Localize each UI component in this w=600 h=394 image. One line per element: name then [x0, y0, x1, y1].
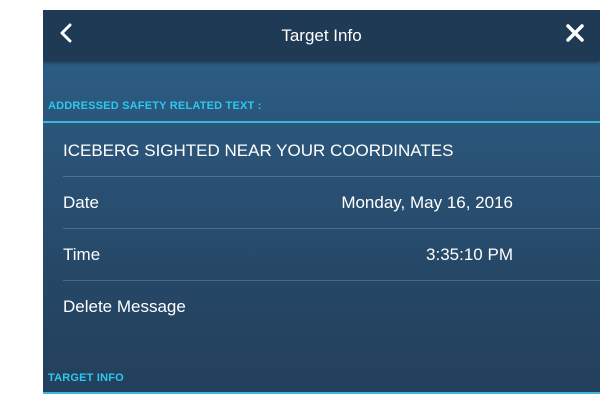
time-value: 3:35:10 PM — [426, 245, 513, 264]
date-label: Date — [63, 193, 99, 212]
target-info-panel: Target Info ADDRESSED SAFETY RELATED TEX… — [43, 10, 600, 394]
section-header-safety-text: ADDRESSED SAFETY RELATED TEXT : — [43, 98, 600, 123]
title-bar: Target Info — [43, 10, 600, 61]
message-text: ICEBERG SIGHTED NEAR YOUR COORDINATES — [63, 141, 454, 160]
close-icon — [565, 23, 585, 48]
time-row: Time 3:35:10 PM — [43, 229, 600, 281]
section-header-target-info: TARGET INFO — [43, 370, 600, 394]
close-button[interactable] — [550, 10, 600, 61]
delete-message-label: Delete Message — [63, 297, 186, 316]
time-label: Time — [63, 245, 101, 264]
date-row: Date Monday, May 16, 2016 — [43, 177, 600, 229]
page-title: Target Info — [281, 26, 362, 45]
message-row: ICEBERG SIGHTED NEAR YOUR COORDINATES — [43, 125, 600, 177]
chevron-left-icon — [59, 23, 73, 48]
date-value: Monday, May 16, 2016 — [341, 193, 513, 212]
delete-message-button[interactable]: Delete Message — [43, 281, 600, 333]
back-button[interactable] — [43, 10, 89, 61]
